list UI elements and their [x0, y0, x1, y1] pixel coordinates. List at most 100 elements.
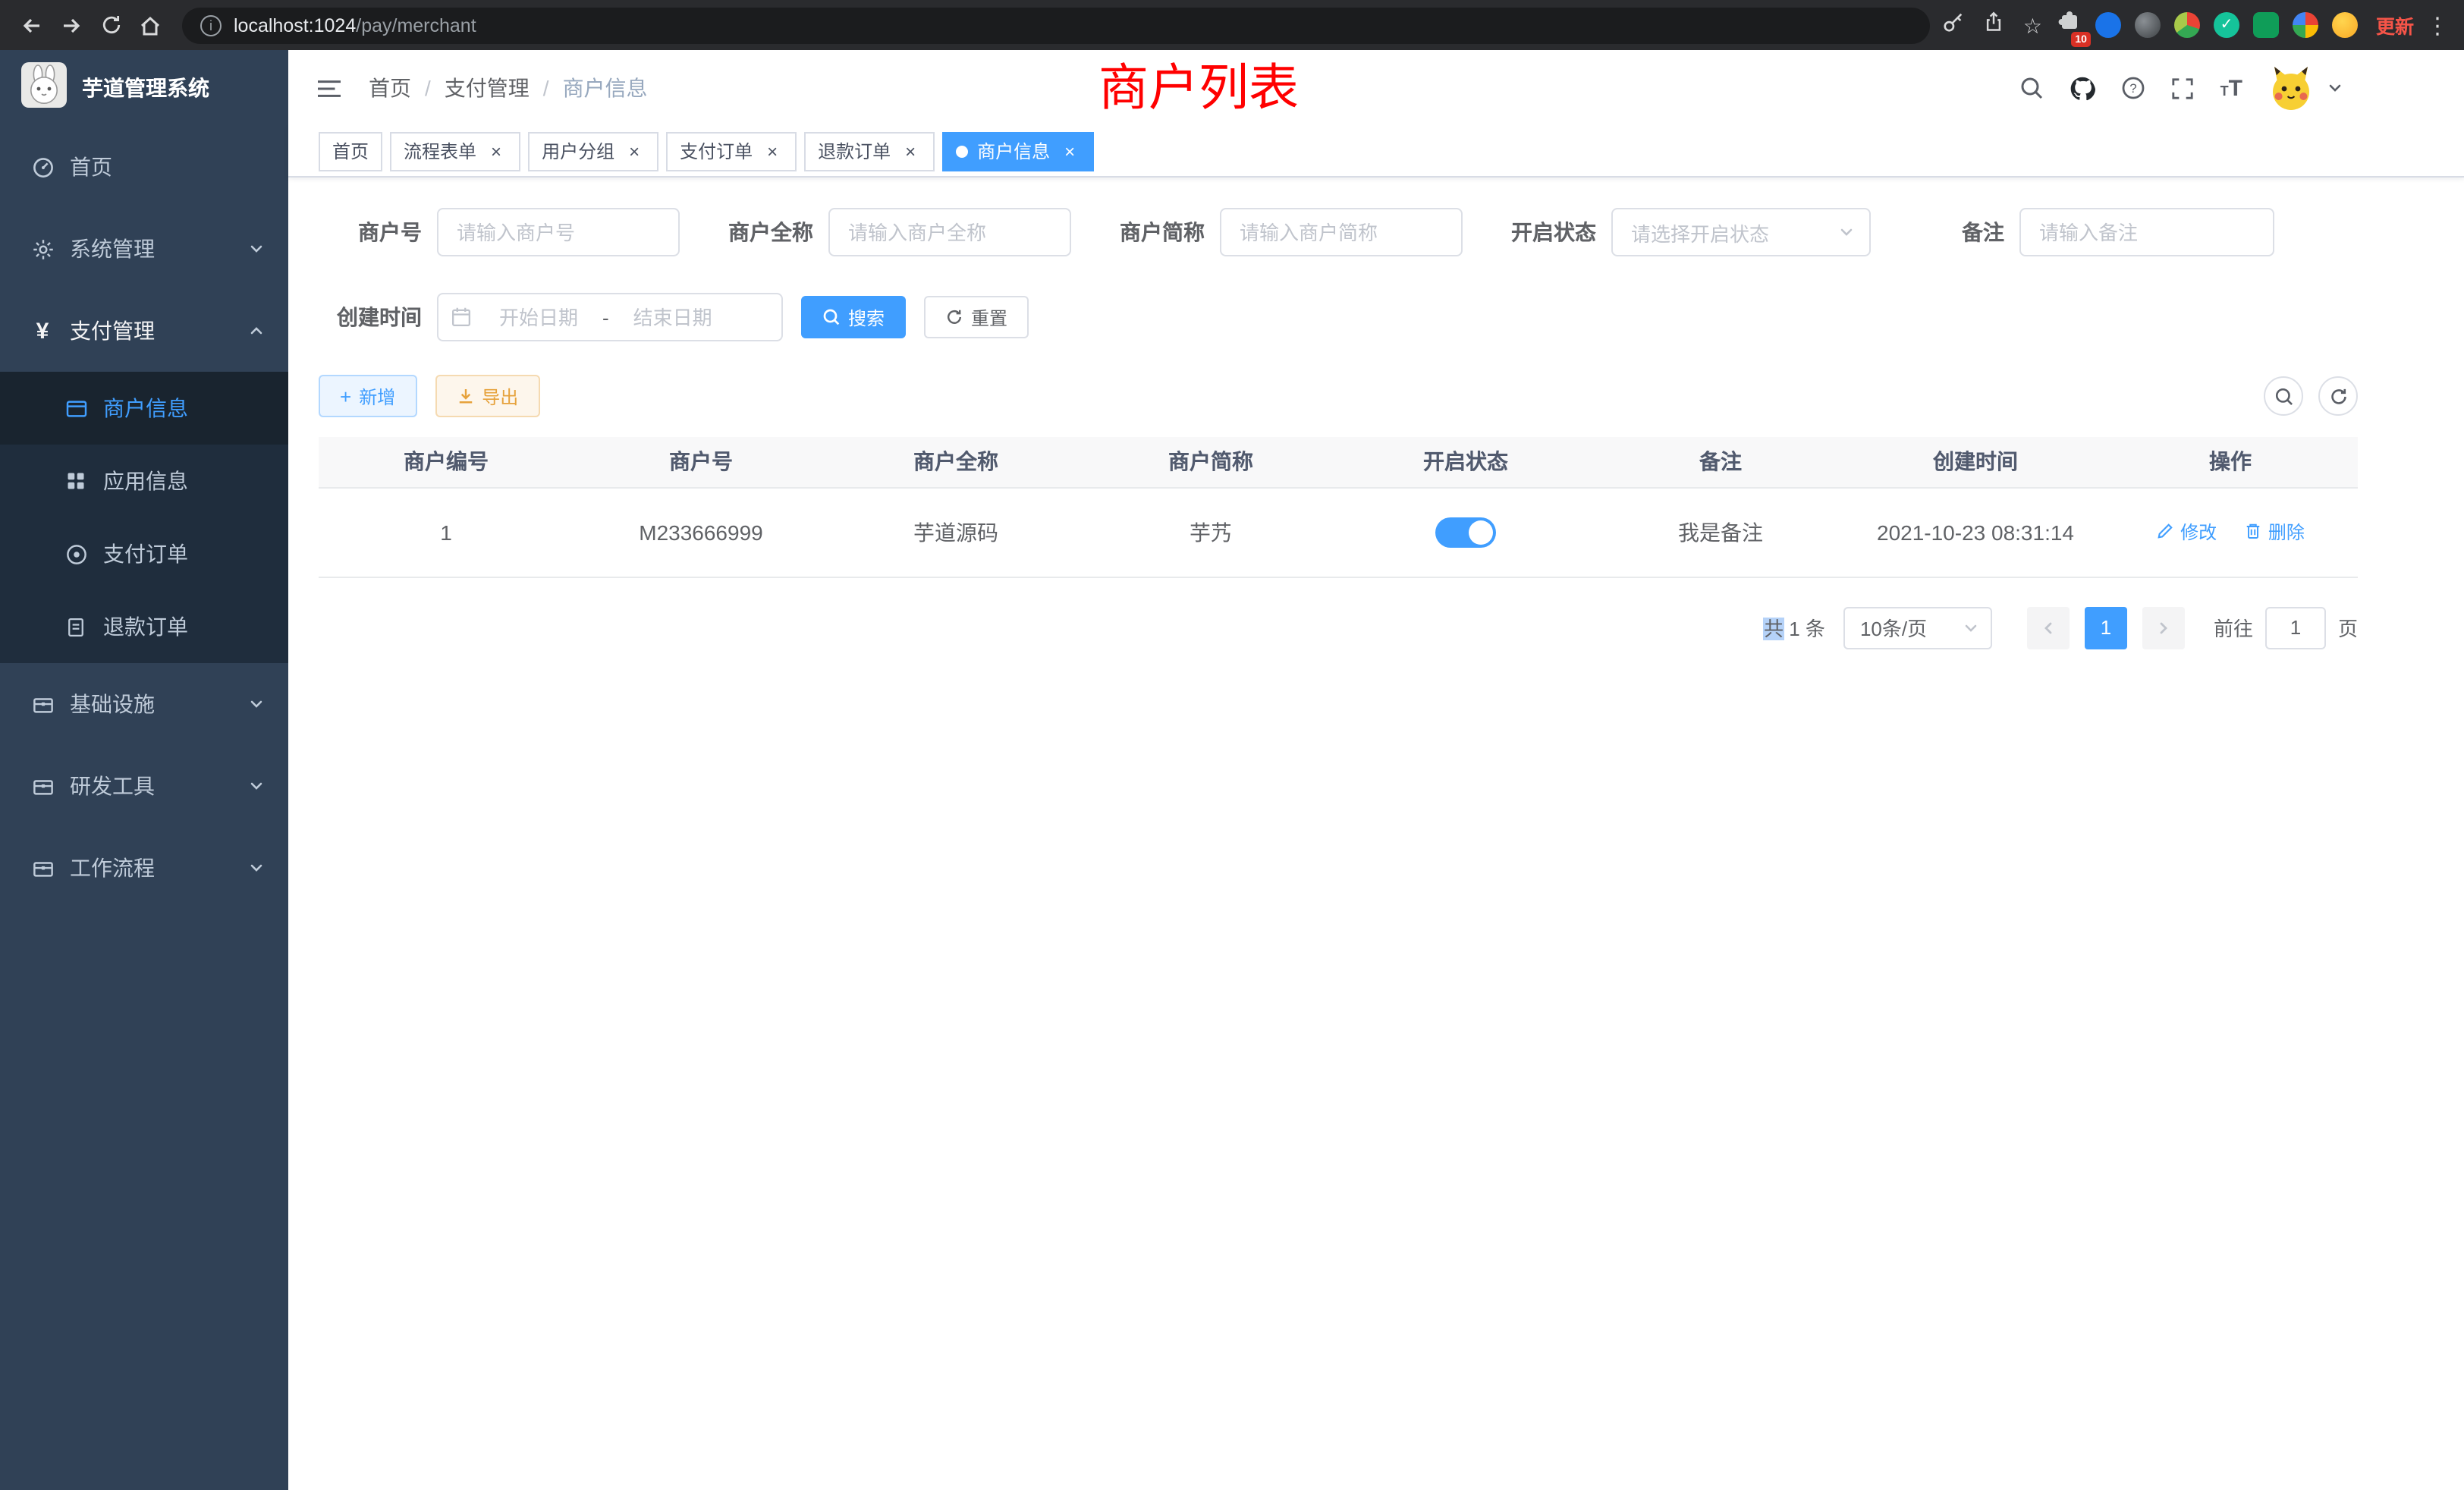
extension-green-square-icon[interactable] [2253, 12, 2279, 38]
tab-home[interactable]: 首页 [319, 131, 382, 171]
extension-gray-icon[interactable] [2135, 12, 2161, 38]
svg-text:?: ? [2130, 81, 2137, 96]
reset-button[interactable]: 重置 [924, 296, 1029, 338]
browser-menu-icon[interactable]: ⋮ [2426, 11, 2449, 39]
search-form-row-2: 创建时间 - 搜索 [319, 293, 2358, 341]
tab-label: 流程表单 [404, 138, 476, 164]
close-icon[interactable]: × [624, 140, 645, 162]
bookmark-star-icon[interactable]: ☆ [2023, 14, 2042, 36]
card-icon [64, 397, 88, 420]
password-key-icon[interactable] [1943, 10, 1966, 40]
tab-refund-order[interactable]: 退款订单 × [804, 131, 935, 171]
dashboard-icon [30, 156, 55, 178]
sidebar-item-payment[interactable]: ¥ 支付管理 [0, 290, 288, 372]
extension-face-icon[interactable] [2332, 12, 2358, 38]
page-number-button[interactable]: 1 [2085, 606, 2127, 649]
next-page-button[interactable] [2142, 606, 2185, 649]
search-form-row-1: 商户号 商户全称 商户简称 开启状态 请选择开启状态 [319, 208, 2358, 256]
sidebar-item-home[interactable]: 首页 [0, 126, 288, 208]
start-date-input[interactable] [478, 306, 599, 328]
sidebar-item-label: 支付管理 [70, 316, 155, 346]
extensions-puzzle-icon[interactable]: 10 [2057, 9, 2082, 41]
breadcrumb-separator: / [425, 76, 431, 100]
remark-input[interactable] [2019, 208, 2274, 256]
prev-page-button[interactable] [2027, 606, 2070, 649]
breadcrumb-home[interactable]: 首页 [369, 73, 411, 103]
chevron-right-icon [2156, 620, 2171, 635]
edit-button[interactable]: 修改 [2156, 519, 2217, 545]
address-bar[interactable]: i localhost:1024/pay/merchant [182, 7, 1931, 43]
sidebar-item-refund-order[interactable]: 退款订单 [0, 590, 288, 663]
help-icon[interactable]: ? [2122, 76, 2146, 100]
browser-back-button[interactable] [12, 5, 52, 45]
browser-update-button[interactable]: 更新 [2376, 11, 2414, 39]
merchant-no-input[interactable] [437, 208, 680, 256]
close-icon[interactable]: × [486, 140, 507, 162]
breadcrumb-payment[interactable]: 支付管理 [445, 73, 530, 103]
chevron-down-icon [249, 774, 264, 798]
full-name-input[interactable] [828, 208, 1071, 256]
add-button[interactable]: + 新增 [319, 375, 416, 417]
user-avatar[interactable] [2268, 65, 2314, 111]
extension-pinwheel-icon[interactable] [2293, 12, 2318, 38]
edit-button-label: 修改 [2180, 519, 2217, 545]
reset-button-label: 重置 [971, 304, 1007, 330]
cell-short-name: 芋艿 [1083, 487, 1338, 577]
extension-avatar-icon[interactable] [2174, 12, 2200, 38]
sidebar-item-app-info[interactable]: 应用信息 [0, 445, 288, 517]
total-count-prefix: 共 [1764, 618, 1784, 640]
breadcrumb: 首页 / 支付管理 / 商户信息 [369, 73, 648, 103]
page-size-select[interactable]: 10条/页 [1843, 606, 1992, 649]
close-icon[interactable]: × [900, 140, 921, 162]
sidebar-item-merchant-info[interactable]: 商户信息 [0, 372, 288, 445]
sidebar-item-pay-order[interactable]: 支付订单 [0, 517, 288, 590]
tab-label: 退款订单 [818, 138, 891, 164]
github-icon[interactable] [2070, 75, 2096, 101]
export-button[interactable]: 导出 [435, 375, 539, 417]
browser-reload-button[interactable] [91, 5, 130, 45]
tab-process-form[interactable]: 流程表单 × [390, 131, 520, 171]
sidebar-item-label: 研发工具 [70, 771, 155, 801]
font-size-icon[interactable]: TT [2220, 75, 2242, 101]
app-logo[interactable]: 芋道管理系统 [0, 50, 288, 126]
cell-full-name: 芋道源码 [828, 487, 1083, 577]
pagination: 共 1 条 10条/页 1 前往 [319, 606, 2358, 649]
short-name-input[interactable] [1220, 208, 1463, 256]
browser-home-button[interactable] [130, 5, 170, 45]
tab-user-group[interactable]: 用户分组× [528, 131, 658, 171]
caret-down-icon[interactable] [2327, 80, 2343, 96]
table-row: 1 M233666999 芋道源码 芋艿 我是备注 2021-10-23 08:… [319, 487, 2358, 577]
status-select[interactable]: 请选择开启状态 [1611, 208, 1871, 256]
sidebar-item-label: 基础设施 [70, 689, 155, 719]
goto-page-input[interactable] [2265, 606, 2326, 649]
sidebar-item-infrastructure[interactable]: 基础设施 [0, 663, 288, 745]
end-date-input[interactable] [612, 306, 734, 328]
sidebar-menu: 首页 系统管理 ¥ 支付管理 [0, 126, 288, 909]
sidebar-item-workflow[interactable]: 工作流程 [0, 827, 288, 909]
fullscreen-icon[interactable] [2172, 77, 2195, 99]
tabs-bar: 首页 流程表单 × 用户分组× 支付订单× 退款订单 × 商户信息× [288, 126, 2464, 178]
close-icon[interactable]: × [1059, 140, 1080, 162]
browser-forward-button[interactable] [52, 5, 91, 45]
refresh-table-button[interactable] [2318, 376, 2358, 416]
sidebar-item-system[interactable]: 系统管理 [0, 208, 288, 290]
close-icon[interactable]: × [762, 140, 783, 162]
extension-check-icon[interactable]: ✓ [2214, 12, 2239, 38]
delete-button[interactable]: 删除 [2244, 519, 2305, 545]
breadcrumb-current: 商户信息 [563, 73, 648, 103]
sidebar-item-dev-tools[interactable]: 研发工具 [0, 745, 288, 827]
sidebar-item-label: 商户信息 [103, 393, 188, 423]
tab-pay-order[interactable]: 支付订单× [666, 131, 797, 171]
header-search-icon[interactable] [2020, 76, 2044, 100]
tab-merchant-info[interactable]: 商户信息× [942, 131, 1094, 171]
share-icon[interactable] [1984, 10, 2005, 40]
cell-merchant-no: M233666999 [574, 487, 828, 577]
edit-pencil-icon [2156, 523, 2174, 541]
toggle-search-button[interactable] [2264, 376, 2303, 416]
hamburger-icon[interactable] [311, 70, 347, 106]
create-time-range-picker[interactable]: - [437, 293, 783, 341]
status-toggle[interactable] [1435, 517, 1496, 547]
extension-blue-icon[interactable] [2095, 12, 2121, 38]
search-button[interactable]: 搜索 [801, 296, 906, 338]
page-info-icon[interactable]: i [200, 14, 222, 36]
